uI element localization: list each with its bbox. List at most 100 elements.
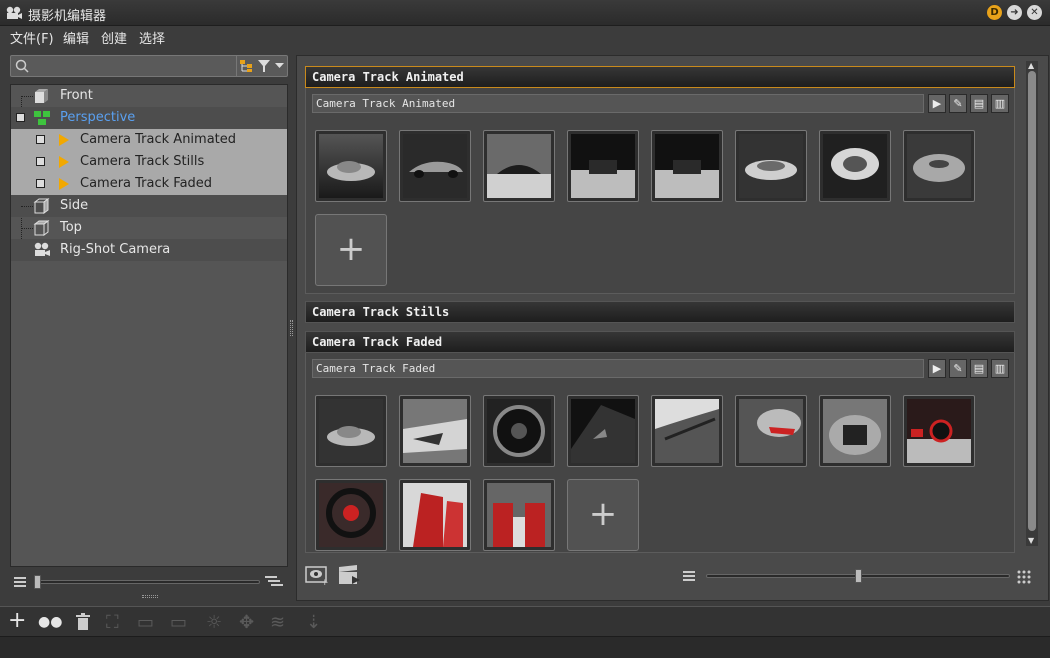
tree-item-camera-track-animated[interactable]: Camera Track Animated xyxy=(11,129,287,151)
d-badge-button[interactable]: D xyxy=(987,5,1002,20)
section-header-camera-track-faded[interactable]: Camera Track Faded xyxy=(305,331,1015,353)
trash-icon[interactable]: ▥ xyxy=(991,359,1009,378)
camera-track-icon xyxy=(59,178,69,190)
section-header-camera-track-animated[interactable]: Camera Track Animated xyxy=(305,66,1015,88)
resize-grip[interactable] xyxy=(142,595,158,598)
shot-thumbnail[interactable] xyxy=(483,395,555,467)
expand-toggle[interactable] xyxy=(36,135,45,144)
tree-item-rig-shot-camera[interactable]: Rig-Shot Camera xyxy=(11,239,287,261)
collapse-toggle[interactable] xyxy=(16,113,25,122)
frame-select-icon: ⛶ xyxy=(106,612,119,633)
camera-track-icon xyxy=(59,134,69,146)
shot-thumbnail[interactable] xyxy=(315,395,387,467)
shot-thumbnail[interactable] xyxy=(315,479,387,551)
tree-item-top[interactable]: Top xyxy=(11,217,287,239)
shot-thumbnail[interactable] xyxy=(399,479,471,551)
move-icon: ✥ xyxy=(239,612,255,633)
shot-thumbnail[interactable] xyxy=(903,395,975,467)
menu-create[interactable]: 创建 xyxy=(101,28,127,47)
tree-item-camera-track-faded[interactable]: Camera Track Faded xyxy=(11,173,287,195)
shot-thumbnail[interactable] xyxy=(735,395,807,467)
perspective-group-icon xyxy=(34,111,50,125)
list-small-icon[interactable] xyxy=(14,577,26,587)
track-name-field[interactable]: Camera Track Faded xyxy=(312,359,924,378)
clapper-icon[interactable]: ▤ xyxy=(970,359,988,378)
title-bar: 摄影机编辑器 D ➜ ✕ xyxy=(0,0,1050,26)
section-header-camera-track-stills[interactable]: Camera Track Stills xyxy=(305,301,1015,323)
clapperboard-icon[interactable] xyxy=(338,564,362,586)
list-large-icon[interactable] xyxy=(265,576,283,588)
tree-item-front[interactable]: Front xyxy=(11,85,287,107)
play-button[interactable]: ▶ xyxy=(928,94,946,113)
shot-thumbnail[interactable] xyxy=(735,130,807,202)
expand-toggle[interactable] xyxy=(36,179,45,188)
add-shot-button[interactable]: + xyxy=(315,214,387,286)
menu-select[interactable]: 选择 xyxy=(139,28,165,47)
search-input[interactable] xyxy=(31,58,231,74)
wrench-icon[interactable]: ✎ xyxy=(949,359,967,378)
camera-pair-icon[interactable]: ●● xyxy=(38,614,62,630)
camera-app-icon xyxy=(6,6,22,19)
hierarchy-icon[interactable] xyxy=(239,59,253,73)
shot-thumbnail[interactable] xyxy=(651,395,723,467)
cube-view-icon xyxy=(35,89,48,103)
camera-track-icon xyxy=(59,156,69,168)
slider-thumb[interactable] xyxy=(854,569,862,583)
slider-thumb[interactable] xyxy=(34,575,41,589)
shot-thumbnail[interactable] xyxy=(567,395,639,467)
expand-toggle[interactable] xyxy=(36,157,45,166)
tree-item-perspective[interactable]: Perspective xyxy=(11,107,287,129)
section-body-camera-track-animated: Camera Track Animated ▶ ✎ ▤ ▥ + xyxy=(305,88,1015,294)
filter-icon[interactable] xyxy=(257,59,271,73)
light-icon: ☼ xyxy=(206,612,223,633)
section-body-camera-track-faded: Camera Track Faded ▶ ✎ ▤ ▥ + xyxy=(305,353,1015,553)
chevron-down-icon[interactable] xyxy=(275,63,284,69)
scroll-thumb[interactable] xyxy=(1028,71,1036,531)
camera-track-panel: Camera Track Animated Camera Track Anima… xyxy=(296,55,1049,601)
shot-thumbnail[interactable] xyxy=(483,130,555,202)
shot-thumbnail[interactable] xyxy=(399,130,471,202)
clapper-icon[interactable]: ▤ xyxy=(970,94,988,113)
tree-size-slider[interactable] xyxy=(34,580,260,584)
shot-thumbnail[interactable] xyxy=(651,130,723,202)
shot-thumbnail[interactable] xyxy=(483,479,555,551)
trash-icon[interactable]: ▥ xyxy=(991,94,1009,113)
arrow-right-icon[interactable]: ➜ xyxy=(1007,5,1022,20)
tree-item-label: Top xyxy=(60,220,82,235)
play-button[interactable]: ▶ xyxy=(928,359,946,378)
add-shot-button[interactable]: + xyxy=(567,479,639,551)
search-divider xyxy=(236,56,237,76)
tree-connector xyxy=(21,206,33,207)
shot-thumbnail[interactable] xyxy=(903,130,975,202)
shot-thumbnail[interactable] xyxy=(819,130,891,202)
list-small-icon[interactable] xyxy=(683,571,695,581)
tree-size-controls xyxy=(10,570,288,594)
status-bar xyxy=(0,636,1050,658)
window-title: 摄影机编辑器 xyxy=(28,9,107,24)
menu-edit[interactable]: 编辑 xyxy=(63,28,89,47)
bottom-toolbar: + ●● ⛶ ▭ ▭ ☼ ✥ ≋ ⇣ xyxy=(0,606,1050,636)
grid-view-icon[interactable] xyxy=(1017,570,1031,584)
cube-view-icon xyxy=(33,220,50,236)
splitter-grip[interactable] xyxy=(290,320,293,336)
shot-thumbnail[interactable] xyxy=(819,395,891,467)
tree-item-camera-track-stills[interactable]: Camera Track Stills xyxy=(11,151,287,173)
tree-item-label: Camera Track Faded xyxy=(80,176,213,191)
tree-item-side[interactable]: Side xyxy=(11,195,287,217)
shot-thumbnail[interactable] xyxy=(315,130,387,202)
shot-thumbnail[interactable] xyxy=(567,130,639,202)
track-name-field[interactable]: Camera Track Animated xyxy=(312,94,924,113)
view-camera-icon[interactable]: + xyxy=(305,564,329,586)
trash-icon[interactable] xyxy=(76,613,90,631)
scroll-down-icon[interactable]: ▼ xyxy=(1028,536,1034,545)
add-icon[interactable]: + xyxy=(8,608,26,633)
wrench-icon[interactable]: ✎ xyxy=(949,94,967,113)
tree-item-label: Front xyxy=(60,88,93,103)
shot-thumbnail[interactable] xyxy=(399,395,471,467)
vertical-scrollbar[interactable]: ▲ ▼ xyxy=(1026,61,1038,546)
tree-connector xyxy=(21,96,33,97)
section-title: Camera Track Stills xyxy=(312,305,450,319)
scroll-up-icon[interactable]: ▲ xyxy=(1028,61,1034,70)
menu-file[interactable]: 文件(F) xyxy=(10,28,54,47)
close-icon[interactable]: ✕ xyxy=(1027,5,1042,20)
